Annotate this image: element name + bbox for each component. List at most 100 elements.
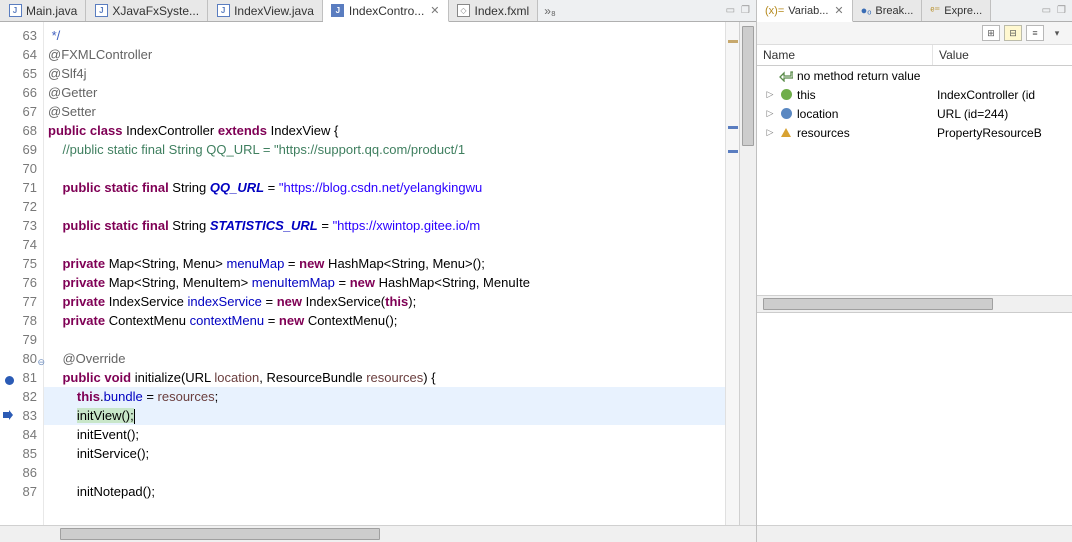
close-icon[interactable]: ✕: [430, 4, 439, 17]
code-line[interactable]: //public static final String QQ_URL = "h…: [44, 140, 725, 159]
code-line[interactable]: public static final String STATISTICS_UR…: [44, 216, 725, 235]
line-number[interactable]: 82: [0, 387, 43, 406]
expand-icon[interactable]: ▷: [765, 89, 775, 100]
code-line[interactable]: @Slf4j: [44, 64, 725, 83]
close-icon[interactable]: ✕: [834, 4, 843, 17]
line-number[interactable]: 73: [0, 216, 43, 235]
code-line[interactable]: this.bundle = resources;: [44, 387, 725, 406]
line-number[interactable]: 69: [0, 140, 43, 159]
line-number[interactable]: 68: [0, 121, 43, 140]
editor-tab-4[interactable]: ◇Index.fxml: [449, 0, 539, 21]
toolbar-btn-1[interactable]: ⊞: [982, 25, 1000, 41]
code-line[interactable]: @Getter: [44, 83, 725, 102]
code-line[interactable]: [44, 330, 725, 349]
line-number[interactable]: 72: [0, 197, 43, 216]
debug-tab-1[interactable]: ●ₒ Break...: [853, 0, 923, 21]
line-number[interactable]: 66: [0, 83, 43, 102]
maximize-icon[interactable]: ❐: [741, 5, 750, 16]
code-line[interactable]: @Setter: [44, 102, 725, 121]
code-line[interactable]: [44, 463, 725, 482]
expand-icon[interactable]: ▷: [765, 127, 775, 138]
vars-horizontal-scrollbar[interactable]: [757, 295, 1072, 312]
tab-label: Variab...: [788, 5, 828, 17]
variable-name: location: [797, 107, 838, 121]
minimize-icon[interactable]: ▭: [726, 5, 735, 16]
variables-pane: (x)= Variab...✕●ₒ Break...ᵉ⁼ Expre... ▭ …: [757, 0, 1072, 542]
variable-name: no method return value: [797, 69, 920, 83]
variable-row[interactable]: ▷resourcesPropertyResourceB: [757, 123, 1072, 142]
fxml-file-icon: ◇: [457, 4, 471, 18]
line-number[interactable]: 83: [0, 406, 43, 425]
code-line[interactable]: initEvent();: [44, 425, 725, 444]
code-line[interactable]: private ContextMenu contextMenu = new Co…: [44, 311, 725, 330]
header-name[interactable]: Name: [757, 45, 933, 65]
code-line[interactable]: [44, 159, 725, 178]
variable-row[interactable]: ▷thisIndexController (id: [757, 85, 1072, 104]
debug-tab-0[interactable]: (x)= Variab...✕: [757, 0, 853, 22]
line-number[interactable]: 74: [0, 235, 43, 254]
line-number[interactable]: 75: [0, 254, 43, 273]
code-line[interactable]: [44, 197, 725, 216]
tab-label: XJavaFxSyste...: [112, 4, 199, 18]
execution-pointer-icon[interactable]: [2, 409, 14, 421]
tab-overflow[interactable]: »₈: [538, 0, 562, 21]
horizontal-scrollbar[interactable]: [0, 525, 756, 542]
line-number[interactable]: 80⊖: [0, 349, 43, 368]
line-number[interactable]: 76: [0, 273, 43, 292]
line-number[interactable]: 84: [0, 425, 43, 444]
line-number[interactable]: 79: [0, 330, 43, 349]
code-line[interactable]: */: [44, 26, 725, 45]
object-icon: [779, 107, 793, 121]
toolbar-btn-3[interactable]: ≡: [1026, 25, 1044, 41]
variable-row[interactable]: no method return value: [757, 66, 1072, 85]
expand-icon[interactable]: ▷: [765, 108, 775, 119]
code-line[interactable]: private IndexService indexService = new …: [44, 292, 725, 311]
code-line[interactable]: [44, 235, 725, 254]
toolbar-btn-2[interactable]: ⊟: [1004, 25, 1022, 41]
variables-tree[interactable]: no method return value ▷thisIndexControll…: [757, 66, 1072, 295]
line-number[interactable]: 71: [0, 178, 43, 197]
editor-tab-3[interactable]: JIndexContro...✕: [323, 0, 449, 22]
editor-tab-1[interactable]: JXJavaFxSyste...: [86, 0, 208, 21]
code-line[interactable]: initService();: [44, 444, 725, 463]
line-number[interactable]: 87: [0, 482, 43, 501]
line-number[interactable]: 78: [0, 311, 43, 330]
variable-row[interactable]: ▷locationURL (id=244): [757, 104, 1072, 123]
line-number[interactable]: 77: [0, 292, 43, 311]
vars-horizontal-scroll-thumb[interactable]: [763, 298, 993, 310]
debug-window-controls: ▭ ❐: [1036, 0, 1072, 21]
code-line[interactable]: initView();: [44, 406, 725, 425]
debug-tab-2[interactable]: ᵉ⁼ Expre...: [922, 0, 991, 21]
line-number[interactable]: 81: [0, 368, 43, 387]
line-number[interactable]: 63: [0, 26, 43, 45]
minimize-icon[interactable]: ▭: [1042, 5, 1051, 16]
variable-detail-pane[interactable]: [757, 312, 1072, 542]
overview-ruler[interactable]: [725, 22, 739, 525]
toolbar-menu-icon[interactable]: ▾: [1048, 25, 1066, 41]
code-line[interactable]: private Map<String, Menu> menuMap = new …: [44, 254, 725, 273]
maximize-icon[interactable]: ❐: [1057, 5, 1066, 16]
editor-tab-2[interactable]: JIndexView.java: [208, 0, 323, 21]
line-number[interactable]: 65: [0, 64, 43, 83]
code-line[interactable]: public class IndexController extends Ind…: [44, 121, 725, 140]
breakpoint-icon[interactable]: [2, 371, 14, 383]
line-number[interactable]: 85: [0, 444, 43, 463]
code-area[interactable]: */@FXMLController@Slf4j@Getter@Setterpub…: [44, 22, 725, 525]
code-line[interactable]: initNotepad();: [44, 482, 725, 501]
detail-horizontal-scrollbar[interactable]: [757, 525, 1072, 542]
code-line[interactable]: @Override: [44, 349, 725, 368]
horizontal-scroll-thumb[interactable]: [60, 528, 380, 540]
line-number[interactable]: 64: [0, 45, 43, 64]
code-line[interactable]: @FXMLController: [44, 45, 725, 64]
header-value[interactable]: Value: [933, 45, 1072, 65]
vertical-scrollbar[interactable]: [739, 22, 756, 525]
code-line[interactable]: public void initialize(URL location, Res…: [44, 368, 725, 387]
vertical-scroll-thumb[interactable]: [742, 26, 754, 146]
line-number[interactable]: 67: [0, 102, 43, 121]
line-number[interactable]: 86: [0, 463, 43, 482]
code-line[interactable]: public static final String QQ_URL = "htt…: [44, 178, 725, 197]
line-gutter[interactable]: 636465666768697071727374757677787980⊖818…: [0, 22, 44, 525]
code-line[interactable]: private Map<String, MenuItem> menuItemMa…: [44, 273, 725, 292]
editor-tab-0[interactable]: JMain.java: [0, 0, 86, 21]
line-number[interactable]: 70: [0, 159, 43, 178]
